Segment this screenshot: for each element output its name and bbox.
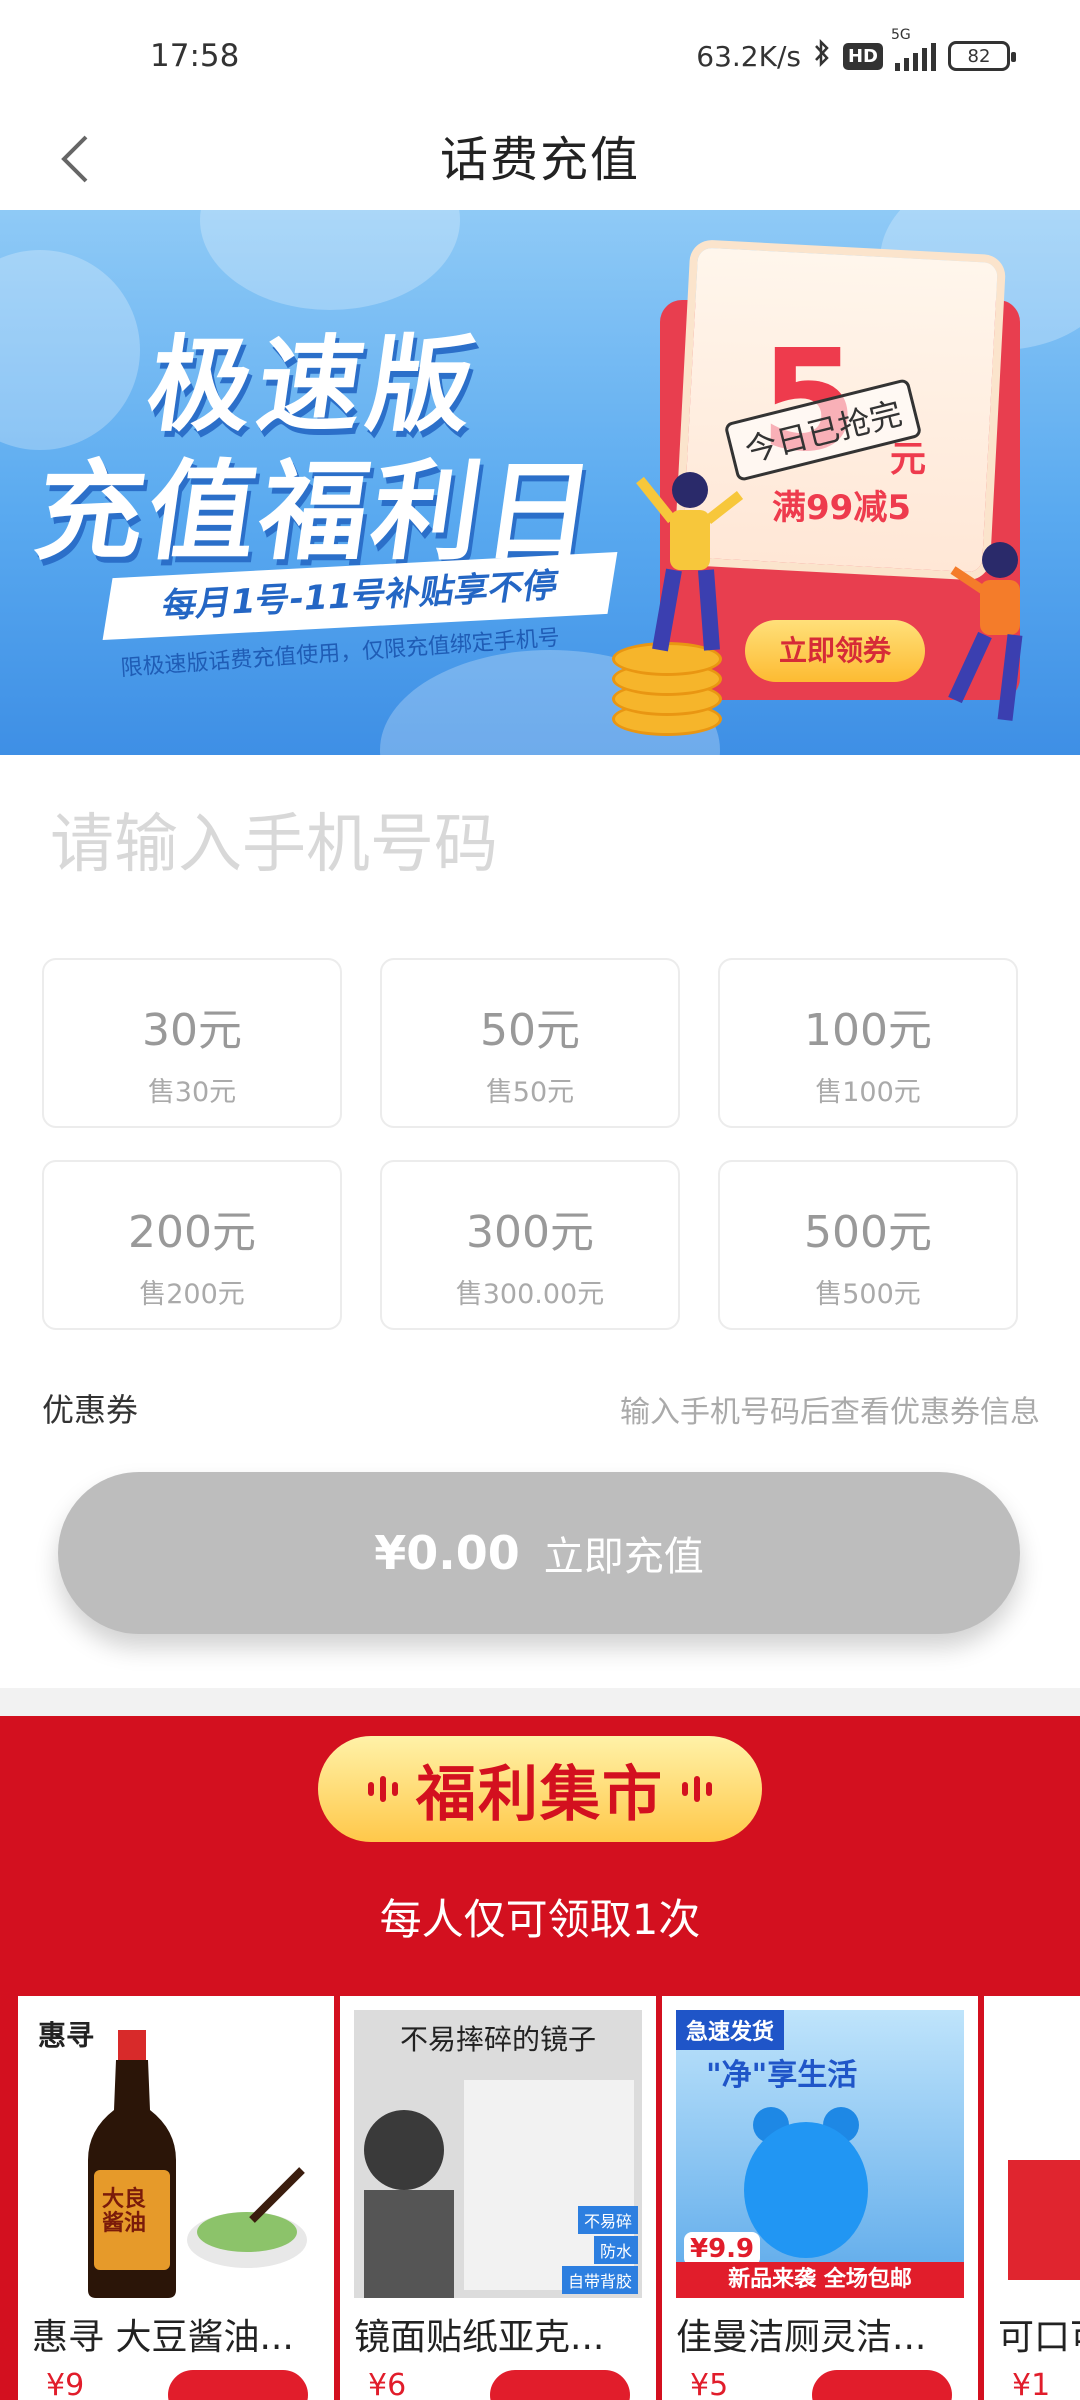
amount-sale-price: 售50元: [485, 1077, 575, 1108]
promo-banner[interactable]: 极速版 充值福利日 每月1号-11号补贴享不停 限极速版话费充值使用，仅限充值绑…: [0, 210, 1080, 755]
welfare-market-section: 福利集市 每人仅可领取1次 惠寻 大良酱油 惠寻 大豆酱油... ¥9 不易摔碎…: [0, 1716, 1080, 2400]
bottle-label: 大良酱油: [102, 2187, 147, 2236]
product-card[interactable]: 惠寻 大良酱油 惠寻 大豆酱油... ¥9: [18, 1996, 334, 2400]
coupon-desc: 满99减5: [772, 488, 911, 528]
market-title: 福利集市: [416, 1759, 664, 1830]
product-price: ¥6: [368, 2368, 407, 2400]
phone-number-input[interactable]: [50, 800, 1030, 890]
product-image: 急速发货 "净"享生活 ¥9.9 新品来袭 全场包邮: [676, 2010, 964, 2298]
amount-option-50[interactable]: 50元 售50元: [380, 958, 680, 1128]
product-tag: [812, 2370, 952, 2400]
product-name: 可口可: [998, 2317, 1080, 2358]
product-name: 镜面贴纸亚克...: [354, 2317, 605, 2358]
product-tag: [168, 2370, 308, 2400]
mirror-banner-text: 不易摔碎的镜子: [399, 2023, 596, 2056]
amount-sale-price: 售300.00元: [455, 1279, 605, 1310]
woman-illustration: [948, 542, 1023, 721]
feature-tag: 不易碎: [577, 2206, 638, 2234]
signal-icon: 5G: [891, 27, 936, 71]
product-price: ¥9: [46, 2368, 85, 2400]
amount-option-500[interactable]: 500元 售500元: [718, 1160, 1018, 1330]
product-image: 不易摔碎的镜子 不易碎 防水 自带背胶: [354, 2010, 642, 2298]
banner-bubble: [0, 250, 140, 450]
amount-face-value: 50元: [480, 1005, 580, 1056]
promo-bottom-bar: 新品来袭 全场包邮: [676, 2262, 964, 2298]
status-icons: 63.2K/s HD 5G 82: [696, 27, 1016, 76]
recharge-label: 立即充值: [543, 1534, 704, 1580]
product-box: [1008, 2160, 1080, 2280]
dish-illustration: [187, 2167, 307, 2268]
amount-option-200[interactable]: 200元 售200元: [42, 1160, 342, 1330]
amount-sale-price: 售100元: [815, 1077, 921, 1108]
bluetooth-icon: [813, 38, 831, 75]
market-subtitle: 每人仅可领取1次: [379, 1895, 701, 1944]
amount-sale-price: 售500元: [815, 1279, 921, 1310]
amount-face-value: 200元: [128, 1207, 256, 1258]
amount-option-100[interactable]: 100元 售100元: [718, 958, 1018, 1128]
product-price: ¥5: [690, 2368, 729, 2400]
recharge-button[interactable]: ¥0.00 立即充值: [58, 1472, 1020, 1634]
amount-face-value: 300元: [466, 1207, 594, 1258]
person-illustration: [636, 472, 744, 652]
product-card[interactable]: 可口可 ¥1: [984, 1996, 1080, 2400]
amount-sale-price: 售30元: [147, 1077, 237, 1108]
claim-coupon-button[interactable]: 立即领券: [745, 620, 925, 682]
market-title-badge: 福利集市: [318, 1736, 762, 1842]
product-card[interactable]: 不易摔碎的镜子 不易碎 防水 自带背胶 镜面贴纸亚克... ¥6: [340, 1996, 656, 2400]
amount-face-value: 30元: [142, 1005, 242, 1056]
amount-option-300[interactable]: 300元 售300.00元: [380, 1160, 680, 1330]
section-divider: [0, 1688, 1080, 1716]
deco-bars-icon: [682, 1776, 712, 1802]
amount-face-value: 500元: [804, 1207, 932, 1258]
product-image: [998, 2010, 1080, 2298]
hd-badge: HD: [842, 42, 883, 70]
coupon-label: 优惠券: [42, 1391, 139, 1429]
deco-bars-icon: [368, 1776, 398, 1802]
battery-icon: 82: [948, 41, 1016, 71]
status-time: 17:58: [150, 38, 240, 74]
product-name: 佳曼洁厕灵洁...: [676, 2317, 927, 2358]
net-speed: 63.2K/s: [696, 39, 801, 73]
network-type: 5G: [891, 27, 911, 43]
amount-face-value: 100元: [804, 1005, 932, 1056]
product-price: ¥1: [1012, 2368, 1051, 2400]
product-tag: [490, 2370, 630, 2400]
promo-price: ¥9.9: [684, 2232, 761, 2266]
fast-ship-badge: 急速发货: [676, 2010, 785, 2050]
product-image: 惠寻 大良酱油: [32, 2010, 320, 2298]
top-nav: 话费充值: [0, 110, 1080, 210]
product-name: 惠寻 大豆酱油...: [32, 2317, 294, 2358]
amount-sale-price: 售200元: [139, 1279, 245, 1310]
feature-tag: 防水: [593, 2236, 638, 2264]
banner-bubble: [200, 210, 460, 310]
coupon-hint[interactable]: 输入手机号码后查看优惠券信息: [620, 1387, 1040, 1431]
page-title: 话费充值: [439, 132, 640, 188]
amount-option-30[interactable]: 30元 售30元: [42, 958, 342, 1128]
status-bar: 17:58 63.2K/s HD 5G 82: [0, 0, 1080, 110]
product-card[interactable]: 急速发货 "净"享生活 ¥9.9 新品来袭 全场包邮 佳曼洁厕灵洁... ¥5: [662, 1996, 978, 2400]
battery-level: 82: [967, 45, 991, 67]
feature-tag: 自带背胶: [561, 2266, 638, 2294]
recharge-price: ¥0.00: [374, 1526, 520, 1580]
soy-sauce-bottle: [88, 2030, 176, 2298]
promo-slogan: "净"享生活: [706, 2058, 858, 2093]
